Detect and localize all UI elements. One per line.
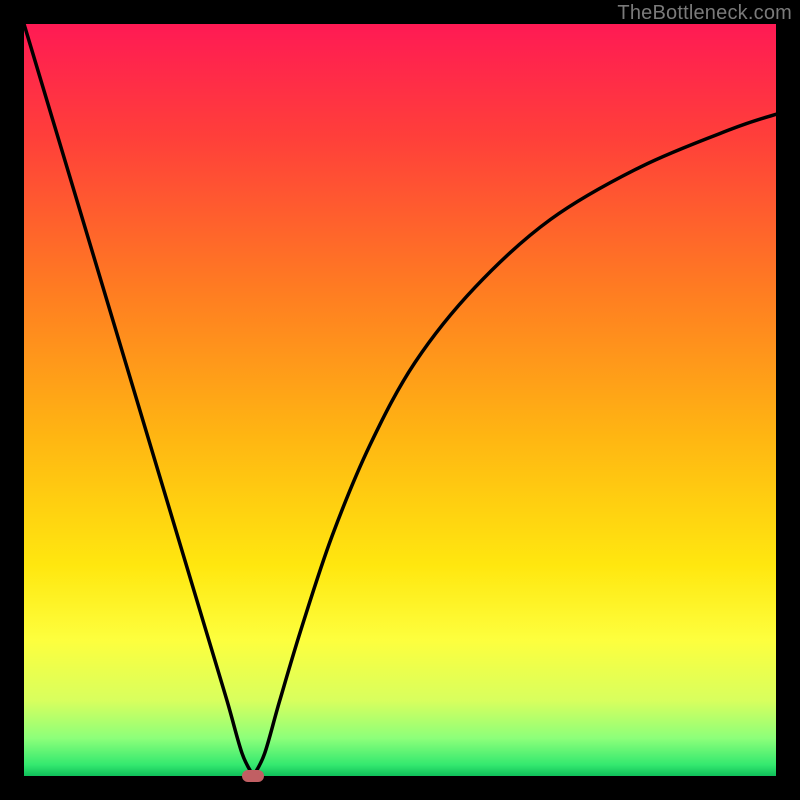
bottleneck-chart <box>24 24 776 776</box>
bottleneck-marker <box>242 770 264 782</box>
chart-frame <box>24 24 776 776</box>
watermark-text: TheBottleneck.com <box>617 2 792 25</box>
